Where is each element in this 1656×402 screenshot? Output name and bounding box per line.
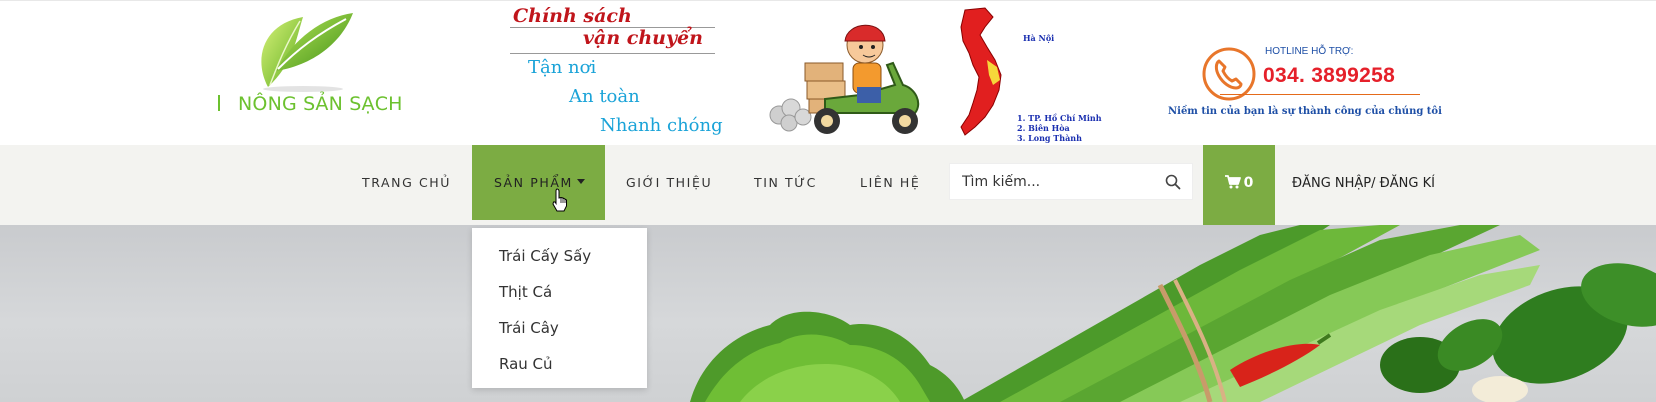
leaf-logo-icon <box>261 13 353 92</box>
map-location: 1. TP. Hồ Chí Minh <box>1017 113 1102 123</box>
nav-about[interactable]: GIỚI THIỆU <box>626 145 712 220</box>
vegetables-image <box>690 225 1656 402</box>
divider <box>510 53 715 54</box>
shipping-feature-2: An toàn <box>569 86 640 107</box>
products-dropdown: Trái Cấy Sấy Thịt Cá Trái Cây Rau Củ <box>472 228 647 388</box>
nav-news[interactable]: TIN TỨC <box>754 145 817 220</box>
shipping-title-line2: vận chuyển <box>583 27 703 49</box>
register-link[interactable]: ĐĂNG KÍ <box>1380 176 1435 191</box>
divider <box>1220 94 1420 95</box>
cart-button[interactable]: 0 <box>1203 145 1275 225</box>
shipping-policy-banner: Chính sách vận chuyển Tận nơi An toàn Nh… <box>510 3 723 143</box>
map-location-list: 1. TP. Hồ Chí Minh 2. Biên Hòa 3. Long T… <box>1017 113 1102 143</box>
login-link[interactable]: ĐĂNG NHẬP <box>1292 176 1371 191</box>
nav-products[interactable]: SẢN PHẨM <box>472 145 605 220</box>
hotline-number[interactable]: 034. 3899258 <box>1263 64 1395 88</box>
search-form <box>949 163 1193 200</box>
shipping-feature-3: Nhanh chóng <box>600 115 723 136</box>
hotline-label: HOTLINE HỖ TRỢ: <box>1265 46 1354 57</box>
logo-tick <box>218 95 220 111</box>
shipping-title-line1: Chính sách <box>513 5 632 27</box>
nav-home[interactable]: TRANG CHỦ <box>362 145 451 220</box>
caret-down-icon <box>576 179 585 184</box>
hotline-slogan: Niềm tin của bạn là sự thành công của ch… <box>1168 106 1442 117</box>
map-label-hanoi: Hà Nội <box>1023 33 1055 43</box>
hotline-banner: HOTLINE HỖ TRỢ: 034. 3899258 Niềm tin củ… <box>1160 41 1442 131</box>
logo-text: NÔNG SẢN SẠCH <box>238 93 403 115</box>
hero-image <box>0 225 1656 402</box>
search-input[interactable] <box>962 164 1152 199</box>
auth-links: ĐĂNG NHẬP/ ĐĂNG KÍ <box>1292 145 1435 223</box>
vietnam-map-icon <box>960 7 1002 136</box>
map-location: 3. Long Thành <box>1017 133 1082 143</box>
vietnam-map: Hà Nội 1. TP. Hồ Chí Minh 2. Biên Hòa 3.… <box>955 5 1102 143</box>
auth-separator: / <box>1371 176 1376 191</box>
search-icon[interactable] <box>1164 173 1182 191</box>
site-logo[interactable]: NÔNG SẢN SẠCH <box>218 9 402 129</box>
dropdown-item-dried-fruit[interactable]: Trái Cấy Sấy <box>472 238 647 274</box>
dropdown-item-meat-fish[interactable]: Thịt Cá <box>472 274 647 310</box>
cart-count: 0 <box>1243 175 1254 191</box>
dropdown-item-fruit[interactable]: Trái Cây <box>472 310 647 346</box>
map-location: 2. Biên Hòa <box>1017 123 1070 133</box>
main-navbar: TRANG CHỦ SẢN PHẨM GIỚI THIỆU TIN TỨC LI… <box>0 145 1656 225</box>
delivery-scooter-icon <box>769 24 920 134</box>
header-banner: NÔNG SẢN SẠCH Chính sách vận chuyển Tận … <box>0 0 1656 145</box>
hand-cursor-icon <box>552 188 567 212</box>
nav-contact[interactable]: LIÊN HỆ <box>860 145 920 220</box>
cart-icon <box>1224 175 1241 189</box>
dropdown-item-vegetables[interactable]: Rau Củ <box>472 346 647 382</box>
shipping-feature-1: Tận nơi <box>528 57 597 78</box>
